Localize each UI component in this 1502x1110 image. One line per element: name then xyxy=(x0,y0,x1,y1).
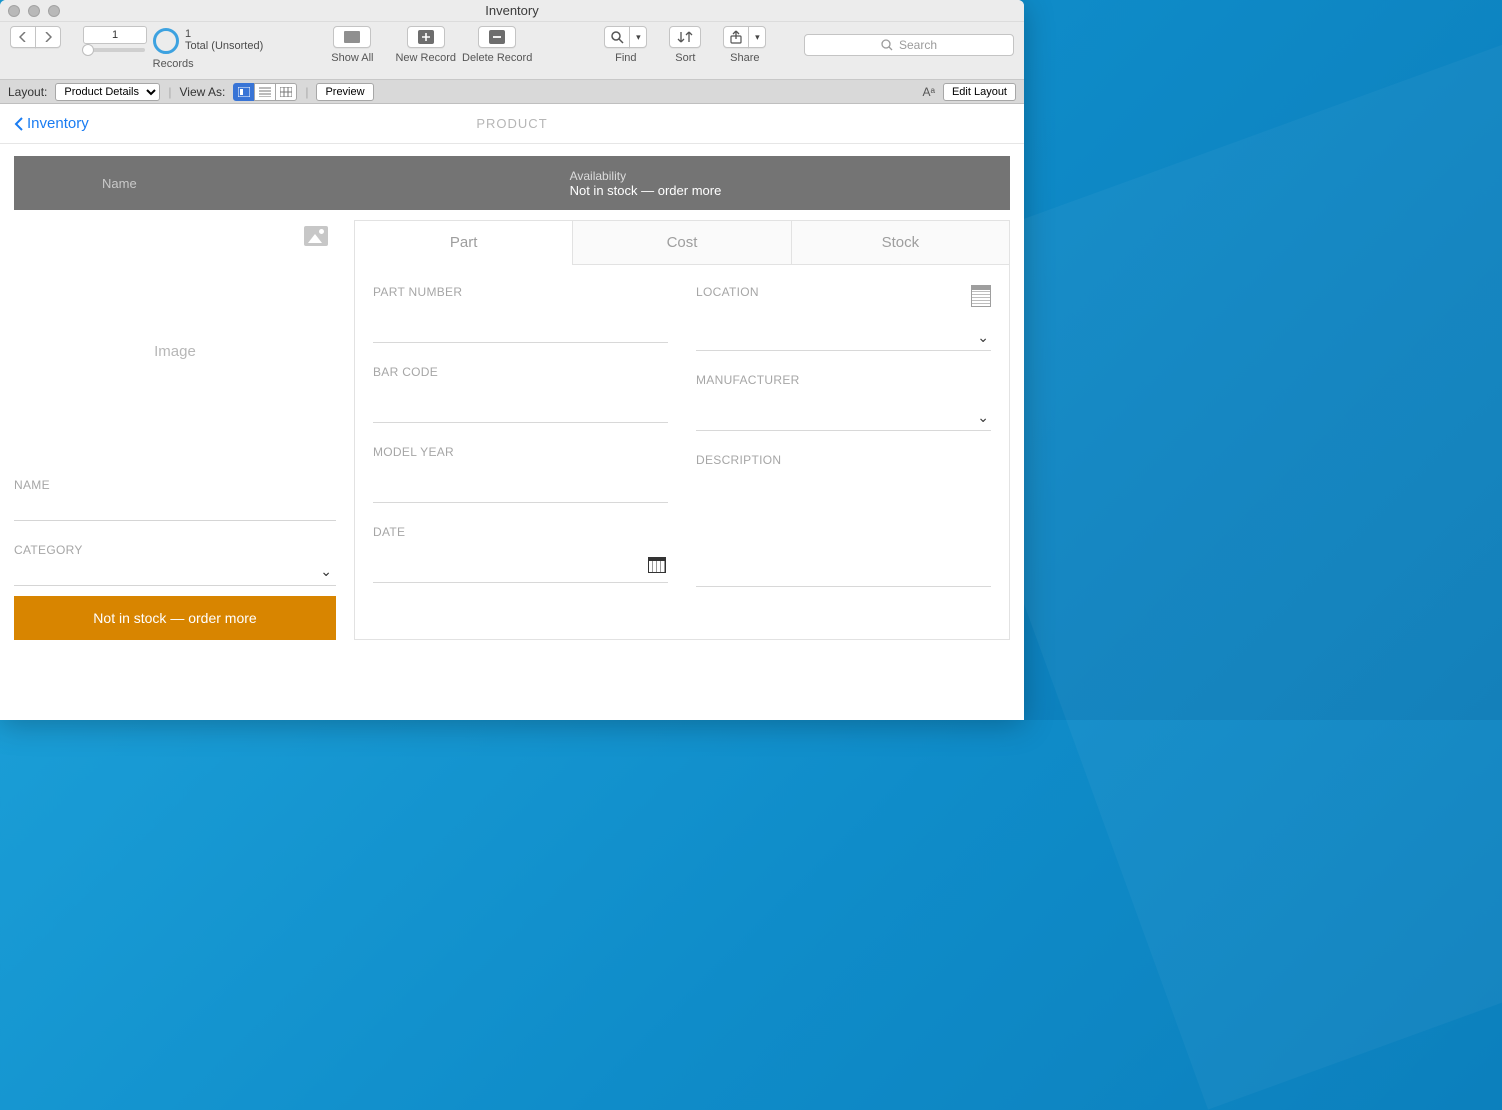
category-label: CATEGORY xyxy=(14,543,336,557)
new-record-label: New Record xyxy=(395,52,456,64)
layout-label: Layout: xyxy=(8,85,47,99)
records-group: 1 Total (Unsorted) Records xyxy=(83,26,263,70)
view-as-label: View As: xyxy=(180,85,226,99)
records-label: Records xyxy=(153,58,194,70)
new-record-button[interactable] xyxy=(407,26,445,48)
date-label: DATE xyxy=(373,525,668,539)
detail-panel: Part Cost Stock PART NUMBER BAR CODE MOD… xyxy=(354,220,1010,640)
manufacturer-field[interactable]: ⌄ xyxy=(696,391,991,431)
search-input[interactable]: Search xyxy=(804,34,1014,56)
titlebar: Inventory xyxy=(0,0,1024,22)
layout-select[interactable]: Product Details xyxy=(55,83,160,101)
part-number-label: PART NUMBER xyxy=(373,285,668,299)
text-format-icon[interactable]: Aᵃ xyxy=(922,85,934,99)
calendar-icon[interactable] xyxy=(648,557,666,573)
page-title: PRODUCT xyxy=(0,116,1024,131)
show-all-label: Show All xyxy=(331,52,373,64)
stock-status-button[interactable]: Not in stock — order more xyxy=(14,596,336,640)
pie-indicator-icon xyxy=(153,28,179,54)
tab-stock[interactable]: Stock xyxy=(791,221,1009,264)
name-label: NAME xyxy=(14,478,336,492)
prev-record-button[interactable] xyxy=(10,26,36,48)
sort-button[interactable] xyxy=(669,26,701,48)
layout-bar: Layout: Product Details | View As: | Pre… xyxy=(0,80,1024,104)
find-button[interactable] xyxy=(604,26,630,48)
description-label: DESCRIPTION xyxy=(696,453,991,467)
chevron-down-icon: ⌄ xyxy=(977,409,989,426)
availability-value: Not in stock — order more xyxy=(570,183,722,198)
view-form-button[interactable] xyxy=(233,83,255,101)
bar-code-field[interactable] xyxy=(373,383,668,423)
part-number-field[interactable] xyxy=(373,303,668,343)
location-field[interactable]: ⌄ xyxy=(696,311,991,351)
search-placeholder: Search xyxy=(899,38,937,52)
availability-label: Availability xyxy=(570,169,722,183)
share-button[interactable] xyxy=(723,26,749,48)
sort-label: Sort xyxy=(675,52,695,64)
notes-icon[interactable] xyxy=(971,285,991,307)
image-placeholder[interactable]: Image xyxy=(14,246,336,456)
bar-code-label: BAR CODE xyxy=(373,365,668,379)
left-panel: Image NAME CATEGORY ⌄ Not in stock — ord… xyxy=(14,220,336,640)
record-total: 1 xyxy=(185,28,263,40)
view-list-button[interactable] xyxy=(254,83,276,101)
record-slider[interactable] xyxy=(85,48,145,52)
view-as-toggle xyxy=(233,83,297,101)
nav-group xyxy=(10,26,61,61)
chevron-down-icon: ⌄ xyxy=(977,329,989,346)
share-label: Share xyxy=(730,52,759,64)
model-year-field[interactable] xyxy=(373,463,668,503)
description-field[interactable] xyxy=(696,467,991,587)
page-header: Inventory PRODUCT xyxy=(0,104,1024,144)
find-menu-button[interactable]: ▾ xyxy=(629,26,647,48)
chevron-down-icon: ⌄ xyxy=(320,563,332,580)
inventory-window: Inventory 1 xyxy=(0,0,1024,720)
next-record-button[interactable] xyxy=(35,26,61,48)
summary-band: Name Availability Not in stock — order m… xyxy=(14,156,1010,210)
name-field[interactable] xyxy=(14,520,336,521)
location-label: LOCATION xyxy=(696,285,759,299)
search-icon xyxy=(881,39,893,51)
edit-layout-button[interactable]: Edit Layout xyxy=(943,83,1016,101)
date-field[interactable] xyxy=(373,543,668,583)
delete-record-label: Delete Record xyxy=(462,52,532,64)
content: Image NAME CATEGORY ⌄ Not in stock — ord… xyxy=(0,210,1024,650)
view-table-button[interactable] xyxy=(275,83,297,101)
preview-button[interactable]: Preview xyxy=(316,83,373,101)
show-all-button[interactable] xyxy=(333,26,371,48)
window-title: Inventory xyxy=(0,3,1024,18)
image-icon[interactable] xyxy=(304,226,328,246)
tab-cost[interactable]: Cost xyxy=(572,221,790,264)
model-year-label: MODEL YEAR xyxy=(373,445,668,459)
category-field[interactable]: ⌄ xyxy=(14,585,336,586)
manufacturer-label: MANUFACTURER xyxy=(696,373,991,387)
delete-record-button[interactable] xyxy=(478,26,516,48)
tab-part[interactable]: Part xyxy=(355,221,572,265)
toolbar: 1 Total (Unsorted) Records Show All New … xyxy=(0,22,1024,80)
record-number-input[interactable] xyxy=(83,26,147,44)
record-sort-state: Total (Unsorted) xyxy=(185,40,263,52)
find-label: Find xyxy=(615,52,636,64)
band-name-label: Name xyxy=(32,176,570,191)
tabs: Part Cost Stock xyxy=(355,221,1009,265)
part-form: PART NUMBER BAR CODE MODEL YEAR DATE LOC… xyxy=(355,265,1009,609)
share-menu-button[interactable]: ▾ xyxy=(748,26,766,48)
